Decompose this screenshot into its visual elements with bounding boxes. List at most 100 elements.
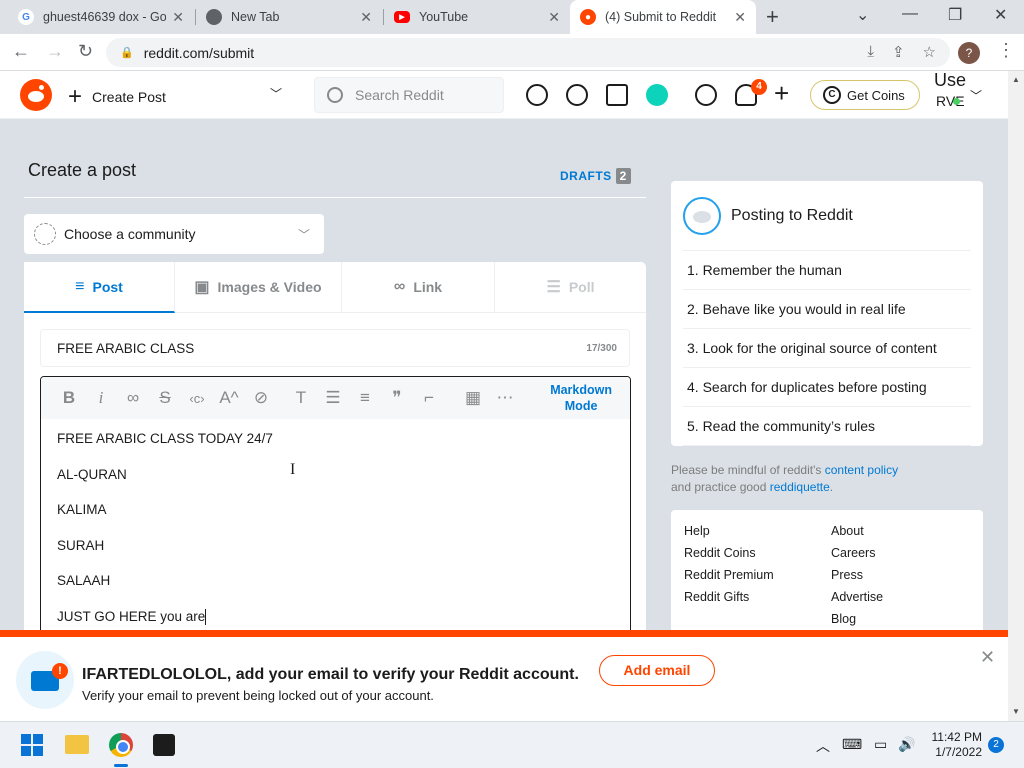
network-icon[interactable]: ▭ — [874, 736, 887, 753]
new-tab-icon[interactable]: + — [766, 4, 779, 30]
code-block-icon[interactable]: ⌐ — [413, 388, 445, 408]
profile-avatar[interactable]: ? — [958, 42, 980, 64]
numbered-list-icon[interactable]: ≡ — [349, 388, 381, 408]
bookmark-star-icon[interactable]: ☆ — [923, 43, 936, 61]
rule-item: 3. Look for the original source of conte… — [683, 329, 971, 368]
editor-text-area[interactable]: FREE ARABIC CLASS TODAY 24/7 AL-QURAN KA… — [41, 419, 630, 635]
strikethrough-icon[interactable]: S — [149, 388, 181, 408]
chrome-taskbar-icon[interactable] — [109, 733, 133, 757]
tab-label: ghuest46639 dox - Goo — [43, 10, 167, 24]
chat-icon[interactable] — [695, 84, 717, 106]
search-input[interactable]: Search Reddit — [314, 77, 504, 113]
drafts-button[interactable]: DRAFTS 2 — [560, 168, 631, 184]
tab-poll[interactable]: ☰ Poll — [495, 262, 646, 313]
tab-link[interactable]: ∞ Link — [342, 262, 495, 313]
reddiquette-link[interactable]: reddiquette — [770, 480, 830, 494]
post-icon: ≡ — [75, 277, 85, 295]
install-icon[interactable]: ⤓ — [867, 43, 874, 61]
close-icon[interactable]: ✕ — [734, 9, 746, 26]
windows-start-icon[interactable] — [21, 734, 43, 756]
online-status-dot — [953, 98, 960, 105]
chrome-menu-icon[interactable]: ⋮ — [997, 40, 1015, 61]
volume-icon[interactable]: 🔊 — [898, 736, 915, 753]
lock-icon[interactable]: 🔒 — [120, 46, 134, 59]
banner-title: IFARTEDLOLOLOL, add your email to verify… — [82, 666, 579, 683]
more-options-icon[interactable]: ⋯ — [489, 388, 521, 408]
post-title-input[interactable]: FREE ARABIC CLASS 17/300 — [40, 329, 630, 367]
superscript-icon[interactable]: A^ — [213, 388, 245, 408]
forward-arrow-icon[interactable]: → — [46, 41, 64, 62]
notification-center-badge[interactable]: 2 — [988, 737, 1004, 753]
maximize-icon[interactable]: ❐ — [948, 5, 962, 25]
scroll-down-icon[interactable]: ▼ — [1012, 707, 1020, 716]
avatar-shop-icon[interactable] — [646, 84, 668, 106]
user-menu-name[interactable]: Use — [934, 71, 968, 89]
minimize-icon[interactable]: — — [902, 5, 918, 23]
footer-link-advertise[interactable]: Advertise — [831, 590, 883, 612]
footer-link-press[interactable]: Press — [831, 568, 883, 590]
close-icon[interactable]: ✕ — [172, 9, 184, 26]
back-arrow-icon[interactable]: ← — [12, 41, 30, 62]
poll-icon: ☰ — [546, 279, 561, 296]
chevron-down-icon[interactable]: ﹀ — [970, 87, 982, 104]
drafts-label: DRAFTS — [560, 169, 612, 183]
browser-tab-google[interactable]: G ghuest46639 dox - Goo ✕ — [8, 0, 194, 34]
stats-icon[interactable] — [566, 84, 588, 106]
tab-post[interactable]: ≡ Post — [24, 262, 175, 313]
tab-label: New Tab — [231, 10, 280, 24]
close-icon[interactable]: ✕ — [360, 9, 372, 26]
share-icon[interactable]: ⇪ — [892, 43, 905, 61]
footer-link-careers[interactable]: Careers — [831, 546, 883, 568]
markdown-mode-label: Mode — [564, 399, 598, 413]
file-explorer-icon[interactable] — [65, 735, 89, 754]
get-coins-button[interactable]: C Get Coins — [810, 80, 920, 110]
footer-link-reddit-gifts[interactable]: Reddit Gifts — [684, 590, 774, 612]
url-text: reddit.com/submit — [143, 44, 255, 61]
bold-icon[interactable]: B — [53, 388, 85, 408]
tab-label: Link — [413, 279, 443, 295]
content-policy-link[interactable]: content policy — [825, 463, 898, 477]
reload-icon[interactable]: ↻ — [78, 41, 93, 62]
microsoft-store-icon[interactable] — [153, 734, 175, 756]
markdown-mode-toggle[interactable]: Markdown Mode — [550, 382, 612, 414]
tab-label: Poll — [568, 279, 595, 295]
close-icon[interactable]: ✕ — [548, 9, 560, 26]
create-post-dropdown[interactable]: + Create Post — [68, 83, 166, 111]
quote-block-icon[interactable]: ❞ — [381, 388, 413, 408]
close-icon[interactable]: ✕ — [980, 647, 995, 668]
tab-images-video[interactable]: ▣ Images & Video — [175, 262, 342, 313]
heading-icon[interactable]: T — [285, 388, 317, 408]
system-clock[interactable]: 11:42 PM 1/7/2022 — [924, 730, 982, 760]
footer-link-reddit-coins[interactable]: Reddit Coins — [684, 546, 774, 568]
link-icon[interactable]: ∞ — [117, 388, 149, 408]
community-placeholder-icon — [34, 223, 56, 245]
url-input[interactable]: 🔒 reddit.com/submit ⤓ ⇪ ☆ — [106, 38, 950, 67]
keyboard-icon[interactable]: ⌨ — [842, 736, 862, 753]
user-menu-subtext[interactable]: RVE — [936, 93, 965, 109]
italic-icon[interactable]: i — [85, 388, 117, 408]
scroll-up-icon[interactable]: ▲ — [1012, 75, 1020, 84]
reddit-logo-icon[interactable] — [20, 79, 52, 111]
browser-tab-youtube[interactable]: ▶ YouTube ✕ — [384, 0, 570, 34]
spoiler-icon[interactable]: ⊘ — [245, 388, 277, 408]
choose-community-dropdown[interactable]: Choose a community ﹀ — [24, 214, 324, 254]
create-plus-icon[interactable]: + — [774, 78, 789, 109]
browser-tab-reddit[interactable]: ● (4) Submit to Reddit ✕ — [570, 0, 756, 34]
tab-search-chevron-icon[interactable]: ⌄ — [856, 5, 869, 25]
bulleted-list-icon[interactable]: ☰ — [317, 388, 349, 408]
inline-code-icon[interactable]: ‹c› — [181, 391, 213, 406]
table-icon[interactable]: ▦ — [457, 388, 489, 408]
post-body-editor[interactable]: B i ∞ S ‹c› A^ ⊘ T ☰ ≡ ❞ ⌐ ▦ ⋯ Markdown … — [40, 376, 631, 636]
window-close-icon[interactable]: ✕ — [994, 5, 1007, 25]
clock-time: 11:42 PM — [931, 730, 982, 744]
popular-icon[interactable] — [526, 84, 548, 106]
page-scrollbar[interactable]: ▲ ▼ — [1008, 71, 1024, 721]
footer-link-reddit-premium[interactable]: Reddit Premium — [684, 568, 774, 590]
chevron-down-icon[interactable]: ﹀ — [270, 85, 282, 102]
tray-chevron-up-icon[interactable]: ︿ — [816, 736, 830, 756]
coins-shop-icon[interactable] — [606, 84, 628, 106]
footer-link-help[interactable]: Help — [684, 524, 774, 546]
footer-link-about[interactable]: About — [831, 524, 883, 546]
browser-tab-new-tab[interactable]: New Tab ✕ — [196, 0, 382, 34]
add-email-button[interactable]: Add email — [599, 655, 715, 686]
